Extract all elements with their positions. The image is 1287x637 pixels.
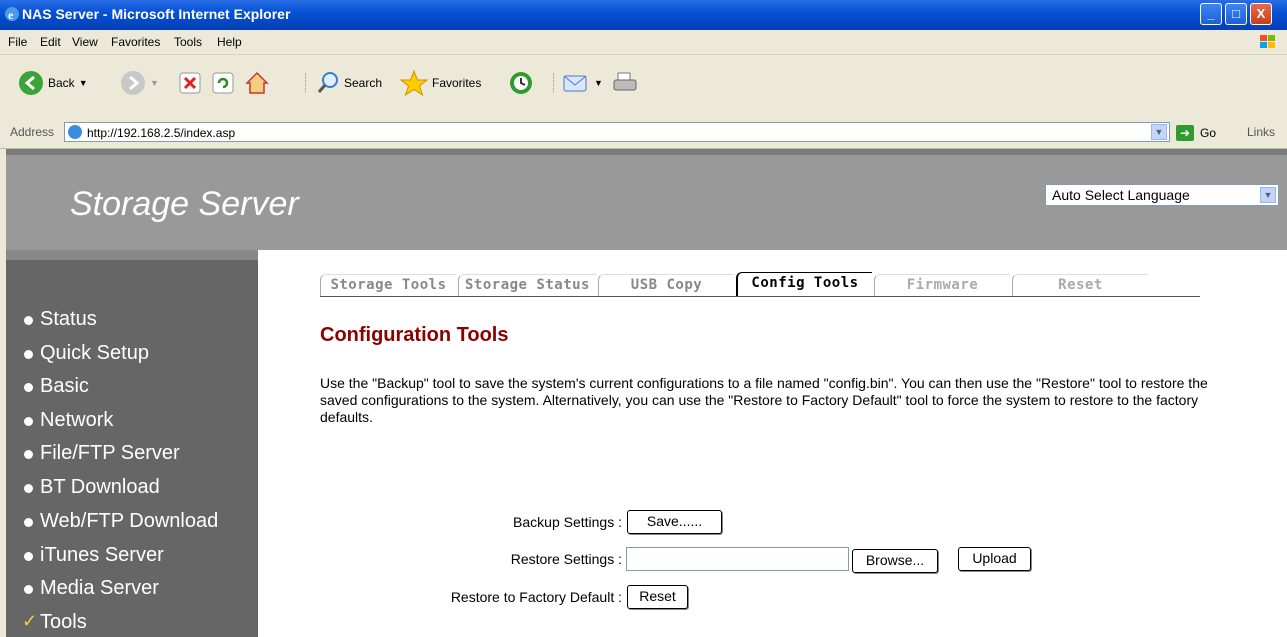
back-dropdown-icon[interactable]: ▼ bbox=[79, 78, 88, 88]
home-button[interactable] bbox=[244, 65, 270, 101]
mail-dropdown-icon[interactable]: ▼ bbox=[594, 78, 603, 88]
language-select[interactable]: Auto Select Language ▼ bbox=[1045, 184, 1279, 206]
svg-text:e: e bbox=[8, 8, 14, 22]
bullet-icon bbox=[24, 450, 33, 459]
windows-logo-icon bbox=[1260, 35, 1275, 48]
brand-title: Storage Server bbox=[70, 185, 299, 223]
page-description: Use the "Backup" tool to save the system… bbox=[320, 375, 1208, 425]
save-button[interactable]: Save...... bbox=[627, 510, 722, 534]
browser-toolbar: Back ▼ ▼ Search Favorites ▼ bbox=[0, 55, 1287, 119]
bullet-icon bbox=[24, 484, 33, 493]
page-title: Configuration Tools bbox=[320, 324, 509, 346]
reset-button[interactable]: Reset bbox=[627, 585, 688, 609]
go-arrow-icon: ➜ bbox=[1176, 125, 1194, 141]
history-button[interactable] bbox=[508, 65, 534, 101]
menu-edit[interactable]: Edit bbox=[40, 35, 61, 49]
star-icon bbox=[400, 70, 428, 96]
menu-help[interactable]: Help bbox=[217, 35, 242, 49]
menu-view[interactable]: View bbox=[72, 35, 98, 49]
forward-dropdown-icon[interactable]: ▼ bbox=[150, 78, 159, 88]
page-content: Storage Server Auto Select Language ▼ St… bbox=[0, 149, 1287, 637]
upload-button[interactable]: Upload bbox=[958, 547, 1031, 571]
address-dropdown-icon[interactable]: ▼ bbox=[1151, 124, 1167, 140]
menu-favorites[interactable]: Favorites bbox=[111, 35, 160, 49]
forward-arrow-icon bbox=[121, 71, 145, 95]
page-header: Storage Server Auto Select Language ▼ bbox=[6, 149, 1287, 250]
tab-usb-copy[interactable]: USB Copy bbox=[598, 274, 734, 296]
tab-firmware[interactable]: Firmware bbox=[874, 274, 1010, 296]
refresh-button[interactable] bbox=[211, 65, 235, 101]
sidebar-nav: Status Quick Setup Basic Network File/FT… bbox=[6, 250, 258, 637]
bullet-icon bbox=[24, 518, 33, 527]
address-url: http://192.168.2.5/index.asp bbox=[87, 126, 236, 140]
history-icon bbox=[510, 72, 532, 94]
mail-icon bbox=[563, 75, 587, 92]
menu-tools[interactable]: Tools bbox=[174, 35, 202, 49]
bullet-icon bbox=[24, 585, 33, 594]
restore-factory-default-label: Restore to Factory Default : bbox=[450, 589, 622, 605]
tab-storage-tools[interactable]: Storage Tools bbox=[320, 274, 456, 296]
bullet-icon bbox=[24, 316, 33, 325]
minimize-button[interactable]: _ bbox=[1200, 3, 1222, 25]
restore-file-input[interactable] bbox=[626, 547, 849, 571]
tab-config-tools[interactable]: Config Tools bbox=[736, 272, 872, 296]
bullet-icon bbox=[24, 383, 33, 392]
menu-file[interactable]: File bbox=[8, 35, 27, 49]
address-bar: Address http://192.168.2.5/index.asp ▼ ➜… bbox=[0, 118, 1287, 149]
close-button[interactable]: X bbox=[1250, 3, 1272, 25]
go-button[interactable]: ➜ Go bbox=[1176, 123, 1226, 143]
print-button[interactable] bbox=[612, 65, 638, 101]
window-title-bar[interactable]: e NAS Server - Microsoft Internet Explor… bbox=[0, 0, 1287, 30]
stop-icon bbox=[179, 72, 201, 94]
bullet-icon bbox=[24, 417, 33, 426]
menu-bar: File Edit View Favorites Tools Help bbox=[0, 30, 1287, 55]
bullet-icon bbox=[24, 552, 33, 561]
address-input[interactable]: http://192.168.2.5/index.asp ▼ bbox=[64, 122, 1170, 142]
favorites-button[interactable]: Favorites bbox=[400, 65, 481, 101]
search-icon bbox=[317, 72, 338, 93]
home-icon bbox=[245, 71, 269, 94]
maximize-button[interactable]: □ bbox=[1225, 3, 1247, 25]
main-content: Storage Tools Storage Status USB Copy Co… bbox=[258, 250, 1287, 637]
factory-default-row: Restore to Factory Default : Reset bbox=[258, 585, 1287, 611]
tab-bar: Storage Tools Storage Status USB Copy Co… bbox=[320, 272, 1200, 297]
search-button[interactable]: Search bbox=[316, 65, 382, 101]
tab-storage-status[interactable]: Storage Status bbox=[458, 274, 596, 296]
address-label: Address bbox=[10, 125, 55, 139]
tab-reset[interactable]: Reset bbox=[1012, 274, 1148, 296]
browse-button[interactable]: Browse... bbox=[852, 549, 938, 573]
page-icon bbox=[68, 125, 82, 139]
mail-button[interactable]: ▼ bbox=[562, 65, 603, 101]
bullet-icon bbox=[24, 350, 33, 359]
toolbar-separator bbox=[305, 73, 309, 93]
language-dropdown-icon[interactable]: ▼ bbox=[1260, 187, 1276, 203]
backup-row: Backup Settings : Save...... bbox=[258, 510, 1287, 536]
ie-icon: e bbox=[5, 7, 19, 22]
restore-settings-label: Restore Settings : bbox=[510, 551, 622, 567]
stop-button[interactable] bbox=[178, 65, 202, 101]
restore-row: Restore Settings : Browse... Upload bbox=[258, 547, 1287, 573]
window-title: NAS Server - Microsoft Internet Explorer bbox=[22, 6, 291, 22]
backup-settings-label: Backup Settings : bbox=[513, 514, 622, 530]
refresh-icon bbox=[212, 72, 234, 94]
toolbar-separator bbox=[553, 73, 557, 93]
links-button[interactable]: Links bbox=[1247, 125, 1275, 139]
back-arrow-icon bbox=[19, 71, 43, 95]
checkmark-icon: ✓ bbox=[22, 611, 38, 631]
printer-icon bbox=[613, 72, 637, 91]
back-button[interactable]: Back ▼ bbox=[18, 65, 88, 101]
forward-button[interactable]: ▼ bbox=[120, 65, 159, 101]
